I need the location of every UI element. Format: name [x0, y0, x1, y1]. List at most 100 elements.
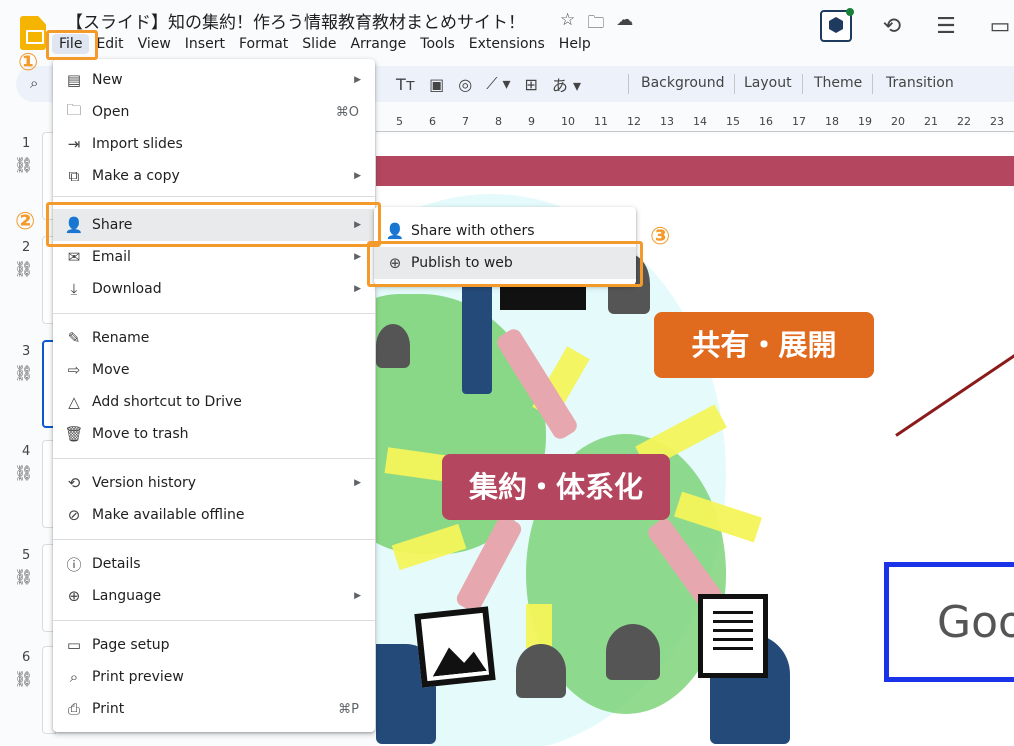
- comment-add-icon[interactable]: ⊞: [525, 75, 538, 94]
- menu-arrange[interactable]: Arrange: [343, 34, 413, 54]
- menu-divider: [53, 620, 375, 621]
- cloud-saved-icon[interactable]: ☁: [616, 10, 633, 39]
- menu-divider: [53, 458, 375, 459]
- menu-item-add-shortcut-to-drive[interactable]: △ Add shortcut to Drive: [53, 386, 375, 418]
- menu-item-download[interactable]: ⤓ Download ▶: [53, 273, 375, 305]
- input-tools-button[interactable]: あ ▾: [552, 72, 581, 96]
- ruler-tick: 19: [858, 115, 872, 128]
- menu-item-page-setup[interactable]: ▭ Page setup: [53, 629, 375, 661]
- layout-button[interactable]: Layout: [744, 75, 792, 91]
- highlight-share-item: [46, 202, 381, 247]
- menu-item-label: Add shortcut to Drive: [92, 394, 242, 410]
- menu-item-label: Import slides: [92, 136, 183, 152]
- move-icon: ⇨: [67, 361, 81, 379]
- offline-icon: ⊘: [67, 506, 81, 524]
- ruler-tick: 14: [693, 115, 707, 128]
- search-menus-icon[interactable]: ⌕: [30, 74, 38, 92]
- slides-logo-icon[interactable]: [20, 16, 46, 50]
- menu-bar: File Edit View Insert Format Slide Arran…: [52, 34, 598, 54]
- ruler-tick: 8: [495, 115, 502, 128]
- menu-help[interactable]: Help: [552, 34, 598, 54]
- page-setup-icon: ▭: [66, 636, 82, 654]
- menu-item-import-slides[interactable]: ⇥ Import slides: [53, 128, 375, 160]
- background-button[interactable]: Background: [641, 75, 725, 91]
- linked-slide-icon: ⛓: [14, 464, 34, 482]
- status-dot-icon: [846, 8, 854, 16]
- menu-item-label: Print: [92, 701, 125, 717]
- trash-icon: 🗑: [64, 425, 84, 443]
- menu-item-rename[interactable]: ✎ Rename: [53, 322, 375, 354]
- highlight-publish-item: [367, 241, 643, 287]
- submenu-arrow-icon: ▶: [354, 478, 361, 488]
- ruler-tick: 15: [726, 115, 740, 128]
- linked-slide-icon: ⛓: [14, 260, 34, 278]
- copy-icon: ⧉: [68, 167, 80, 185]
- slide-number: 5: [22, 548, 31, 563]
- yellow-arrow: [526, 604, 552, 648]
- mail-icon: ✉: [67, 248, 81, 266]
- line-icon[interactable]: ⟋ ▾: [486, 74, 510, 94]
- transition-button[interactable]: Transition: [886, 75, 954, 91]
- ruler-tick: 9: [528, 115, 535, 128]
- menu-item-label: Move to trash: [92, 426, 189, 442]
- folder-icon: 🗀: [66, 100, 82, 119]
- slide-number: 1: [22, 136, 31, 151]
- menu-item-label: Make available offline: [92, 507, 245, 523]
- menu-item-new[interactable]: ▤ New ▶: [53, 64, 375, 96]
- print-preview-icon: ⌕: [69, 668, 79, 686]
- submenu-item-label: Share with others: [411, 223, 535, 239]
- menu-slide[interactable]: Slide: [295, 34, 343, 54]
- ruler-tick: 5: [396, 115, 403, 128]
- menu-item-language[interactable]: ⊕ Language ▶: [53, 580, 375, 612]
- ruler-tick: 11: [594, 115, 608, 128]
- menu-tools[interactable]: Tools: [413, 34, 462, 54]
- menu-item-move-to-trash[interactable]: 🗑 Move to trash: [53, 418, 375, 450]
- menu-item-make-a-copy[interactable]: ⧉ Make a copy ▶: [53, 160, 375, 192]
- print-icon: ⎙: [67, 700, 80, 718]
- menu-item-version-history[interactable]: ⟲ Version history ▶: [53, 467, 375, 499]
- linked-slide-icon: ⛓: [14, 670, 34, 688]
- menu-item-move[interactable]: ⇨ Move: [53, 354, 375, 386]
- linked-slide-icon: ⛓: [14, 568, 34, 586]
- toolbar-divider: [628, 74, 629, 94]
- theme-button[interactable]: Theme: [814, 75, 862, 91]
- text-document-icon: [698, 594, 768, 678]
- menu-item-label: New: [92, 72, 123, 88]
- menu-item-print[interactable]: ⎙ Print ⌘P: [53, 693, 375, 725]
- menu-view[interactable]: View: [131, 34, 178, 54]
- presenter-figure: [462, 274, 492, 394]
- menu-insert[interactable]: Insert: [178, 34, 232, 54]
- shape-icon[interactable]: ◎: [458, 75, 472, 94]
- text-box-icon[interactable]: Tт: [396, 75, 415, 94]
- menu-item-label: Print preview: [92, 669, 184, 685]
- comments-icon[interactable]: ☰: [932, 14, 960, 39]
- person-figure: [376, 324, 410, 368]
- menu-item-details[interactable]: ⓘ Details: [53, 548, 375, 580]
- shortcut-label: ⌘P: [338, 701, 359, 717]
- image-icon[interactable]: ▣: [429, 75, 444, 94]
- image-document-icon: [414, 606, 496, 688]
- ruler-tick: 10: [561, 115, 575, 128]
- menu-item-open[interactable]: 🗀 Open ⌘O: [53, 96, 375, 128]
- ruler-tick: 21: [924, 115, 938, 128]
- history-icon: ⟲: [67, 474, 81, 492]
- toolbar-divider: [802, 74, 803, 94]
- ruler-tick: 12: [627, 115, 641, 128]
- extension-button[interactable]: [820, 8, 854, 42]
- step-1-label: ①: [18, 48, 39, 76]
- ruler-tick: 6: [429, 115, 436, 128]
- history-icon[interactable]: ⟲: [878, 14, 906, 39]
- horizontal-ruler[interactable]: 5 6 7 8 9 10 11 12 13 14 15 16 17 18 19 20 21 22 23: [376, 112, 1014, 132]
- menu-item-print-preview[interactable]: ⌕ Print preview: [53, 661, 375, 693]
- toolbar-icons: Tт ▣ ◎ ⟋ ▾ ⊞ あ ▾: [396, 72, 581, 96]
- slide-number: 2: [22, 240, 31, 255]
- slide-number: 4: [22, 444, 31, 459]
- document-title[interactable]: 【スライド】知の集約！作ろう情報教育教材まとめサイト！: [66, 8, 525, 33]
- ruler-tick: 13: [660, 115, 674, 128]
- meet-icon[interactable]: ▭: [986, 14, 1014, 39]
- slides-icon: ▤: [66, 71, 82, 89]
- menu-format[interactable]: Format: [232, 34, 295, 54]
- menu-item-make-available-offline[interactable]: ⊘ Make available offline: [53, 499, 375, 531]
- menu-extensions[interactable]: Extensions: [462, 34, 552, 54]
- partial-text: Goo: [937, 597, 1014, 648]
